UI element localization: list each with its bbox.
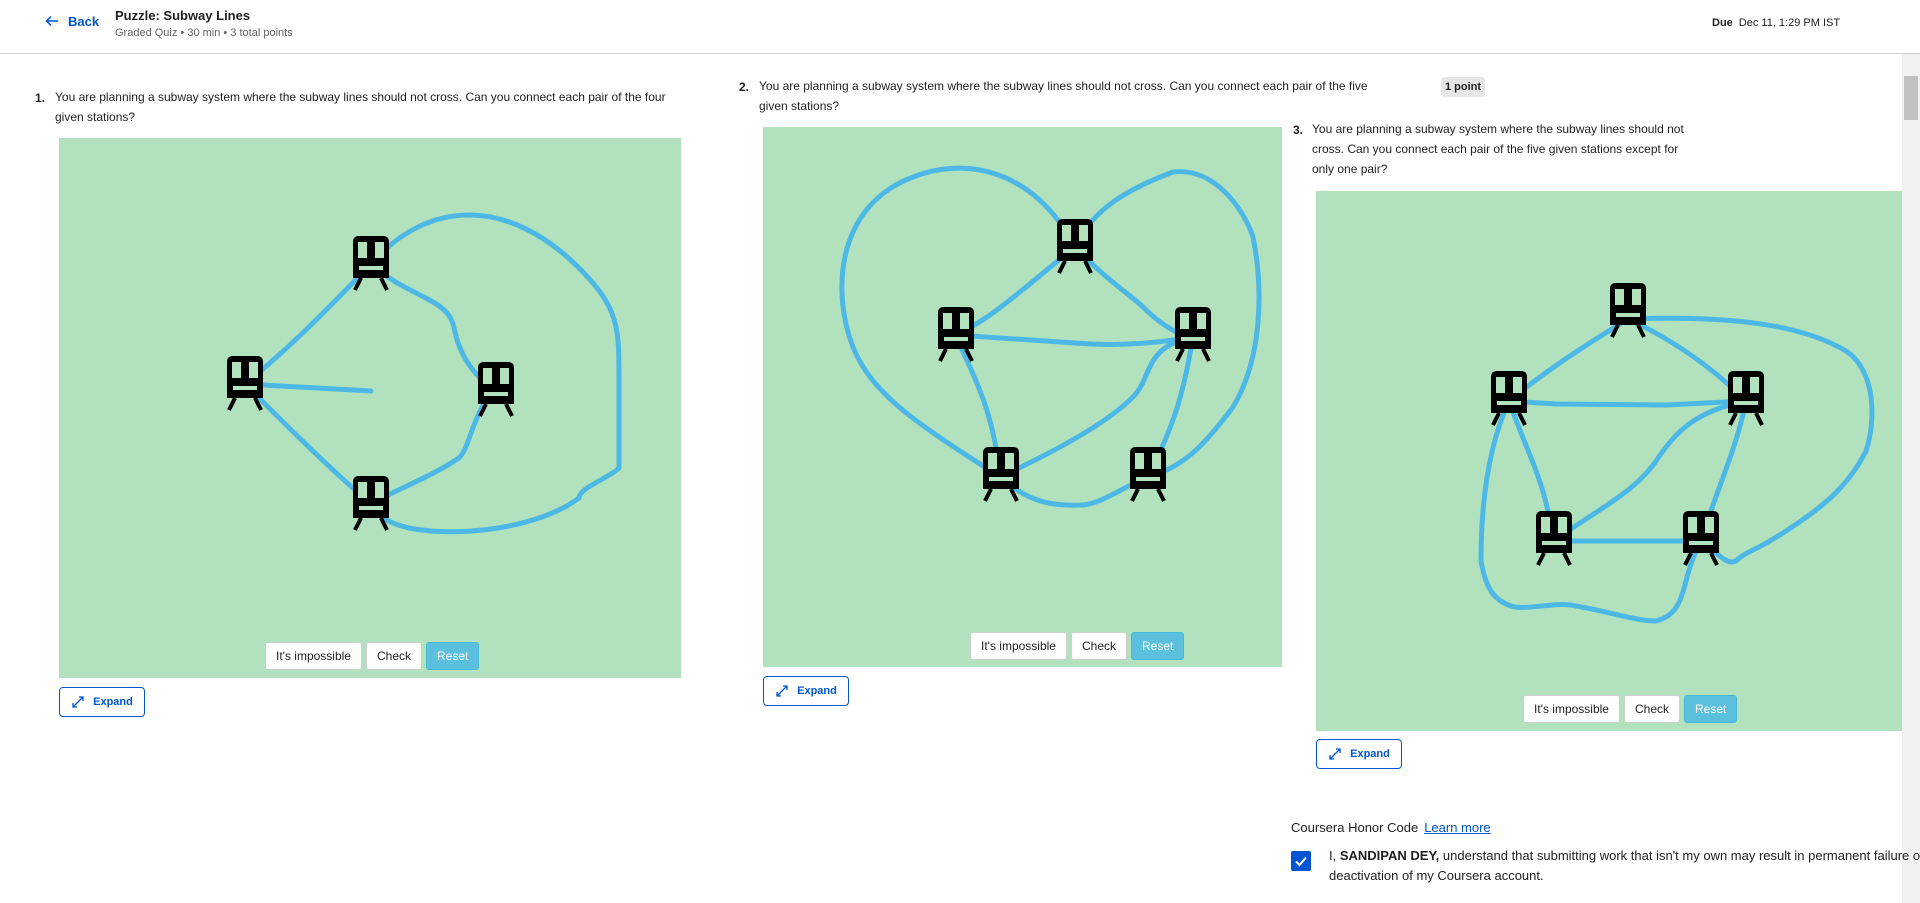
due-value: Dec 11, 1:29 PM IST xyxy=(1738,17,1841,29)
reset-button[interactable]: Reset xyxy=(1131,632,1185,660)
question-2-text-line1: You are planning a subway system where t… xyxy=(759,79,1368,93)
question-1-text-line2: given stations? xyxy=(55,110,136,124)
question-2-text-line2: given stations? xyxy=(759,99,840,113)
puzzle-2-drawing[interactable] xyxy=(763,127,1282,667)
quiz-subtitle: Graded Quiz • 30 min • 3 total points xyxy=(115,27,293,39)
due-date: Due Dec 11, 1:29 PM IST xyxy=(1712,17,1840,29)
due-label: Due xyxy=(1712,17,1733,29)
station-icon[interactable] xyxy=(227,356,263,411)
expand-button-1[interactable]: Expand xyxy=(59,687,145,717)
question-3-number: 3. xyxy=(1293,123,1304,137)
stations-2 xyxy=(938,219,1211,502)
station-icon[interactable] xyxy=(983,447,1019,502)
subway-line xyxy=(953,332,1196,347)
honor-prefix: I, xyxy=(1329,848,1340,863)
question-1-text: You are planning a subway system where t… xyxy=(55,87,666,127)
checkmark-icon xyxy=(1295,856,1307,867)
question-2-number: 2. xyxy=(739,80,750,94)
stations-3 xyxy=(1491,283,1764,566)
puzzle-canvas-2[interactable]: It's impossible Check Reset xyxy=(763,127,1282,667)
back-button[interactable]: Back xyxy=(44,13,99,29)
reset-button[interactable]: Reset xyxy=(426,642,480,670)
puzzle-2-controls: It's impossible Check Reset xyxy=(970,632,1185,660)
expand-label: Expand xyxy=(1350,748,1390,760)
honor-statement-line1: I, SANDIPAN DEY, understand that submitt… xyxy=(1329,846,1920,866)
quiz-header: Back Puzzle: Subway Lines Graded Quiz • … xyxy=(0,0,1920,54)
puzzle-3-drawing[interactable] xyxy=(1316,191,1902,731)
subway-line xyxy=(242,261,374,387)
honor-code-checkbox[interactable] xyxy=(1291,851,1311,871)
station-icon[interactable] xyxy=(1728,371,1764,426)
expand-button-3[interactable]: Expand xyxy=(1316,739,1402,769)
subway-line xyxy=(368,261,494,393)
subway-line xyxy=(1478,398,1704,624)
its-impossible-button[interactable]: It's impossible xyxy=(265,642,362,670)
subway-line xyxy=(1506,398,1749,408)
question-1-text-line1: You are planning a subway system where t… xyxy=(55,90,666,104)
expand-label: Expand xyxy=(93,696,133,708)
question-2-text: You are planning a subway system where t… xyxy=(759,76,1368,116)
quiz-title: Puzzle: Subway Lines xyxy=(115,8,251,23)
station-icon[interactable] xyxy=(478,362,514,417)
check-button[interactable]: Check xyxy=(1070,632,1127,660)
puzzle-canvas-1[interactable]: It's impossible Check Reset xyxy=(59,138,681,678)
question-3-text-line2: cross. Can you connect each pair of the … xyxy=(1312,142,1679,156)
station-icon[interactable] xyxy=(938,307,974,362)
subway-line xyxy=(242,381,374,507)
expand-button-2[interactable]: Expand xyxy=(763,676,849,706)
scrollbar-thumb[interactable] xyxy=(1904,76,1918,120)
station-icon[interactable] xyxy=(1683,511,1719,566)
question-3-text-line1: You are planning a subway system where t… xyxy=(1312,122,1684,136)
honor-code-label: Coursera Honor Code xyxy=(1291,820,1419,835)
station-icon[interactable] xyxy=(1610,283,1646,338)
expand-icon xyxy=(1329,748,1341,760)
puzzle-3-controls: It's impossible Check Reset xyxy=(1523,695,1738,723)
puzzle-1-controls: It's impossible Check Reset xyxy=(265,642,480,670)
subway-line xyxy=(997,474,1151,508)
question-3-text-line3: only one pair? xyxy=(1312,162,1388,176)
arrow-left-icon xyxy=(45,15,58,27)
its-impossible-button[interactable]: It's impossible xyxy=(1523,695,1620,723)
subway-lines-3 xyxy=(1478,315,1875,624)
subway-lines-1 xyxy=(242,212,622,535)
honor-line1-text: understand that submitting work that isn… xyxy=(1439,848,1920,863)
question-1-number: 1. xyxy=(35,91,46,105)
learner-name: SANDIPAN DEY, xyxy=(1339,848,1440,863)
station-icon[interactable] xyxy=(353,476,389,531)
reset-button[interactable]: Reset xyxy=(1684,695,1738,723)
station-icon[interactable] xyxy=(353,236,389,291)
scrollbar[interactable] xyxy=(1902,54,1920,903)
its-impossible-button[interactable]: It's impossible xyxy=(970,632,1067,660)
honor-statement: I, SANDIPAN DEY, understand that submitt… xyxy=(1329,846,1920,886)
points-badge: 1 point xyxy=(1441,77,1485,97)
station-icon[interactable] xyxy=(1536,511,1572,566)
expand-icon xyxy=(72,696,84,708)
learn-more-link[interactable]: Learn more xyxy=(1424,820,1490,835)
station-icon[interactable] xyxy=(1130,447,1166,502)
station-icon[interactable] xyxy=(1491,371,1527,426)
station-icon[interactable] xyxy=(1057,219,1093,274)
station-icon[interactable] xyxy=(1175,307,1211,362)
subway-line xyxy=(1625,315,1875,565)
expand-icon xyxy=(776,685,788,697)
puzzle-canvas-3[interactable]: It's impossible Check Reset xyxy=(1316,191,1902,731)
puzzle-1-drawing[interactable] xyxy=(59,138,681,678)
honor-statement-line2: deactivation of my Coursera account. xyxy=(1329,868,1544,883)
back-label: Back xyxy=(68,13,100,29)
expand-label: Expand xyxy=(797,685,837,697)
subway-line xyxy=(242,381,374,394)
honor-code-title: Coursera Honor Code Learn more xyxy=(1291,820,1491,835)
check-button[interactable]: Check xyxy=(1623,695,1680,723)
check-button[interactable]: Check xyxy=(365,642,422,670)
question-3-text: You are planning a subway system where t… xyxy=(1312,119,1684,179)
